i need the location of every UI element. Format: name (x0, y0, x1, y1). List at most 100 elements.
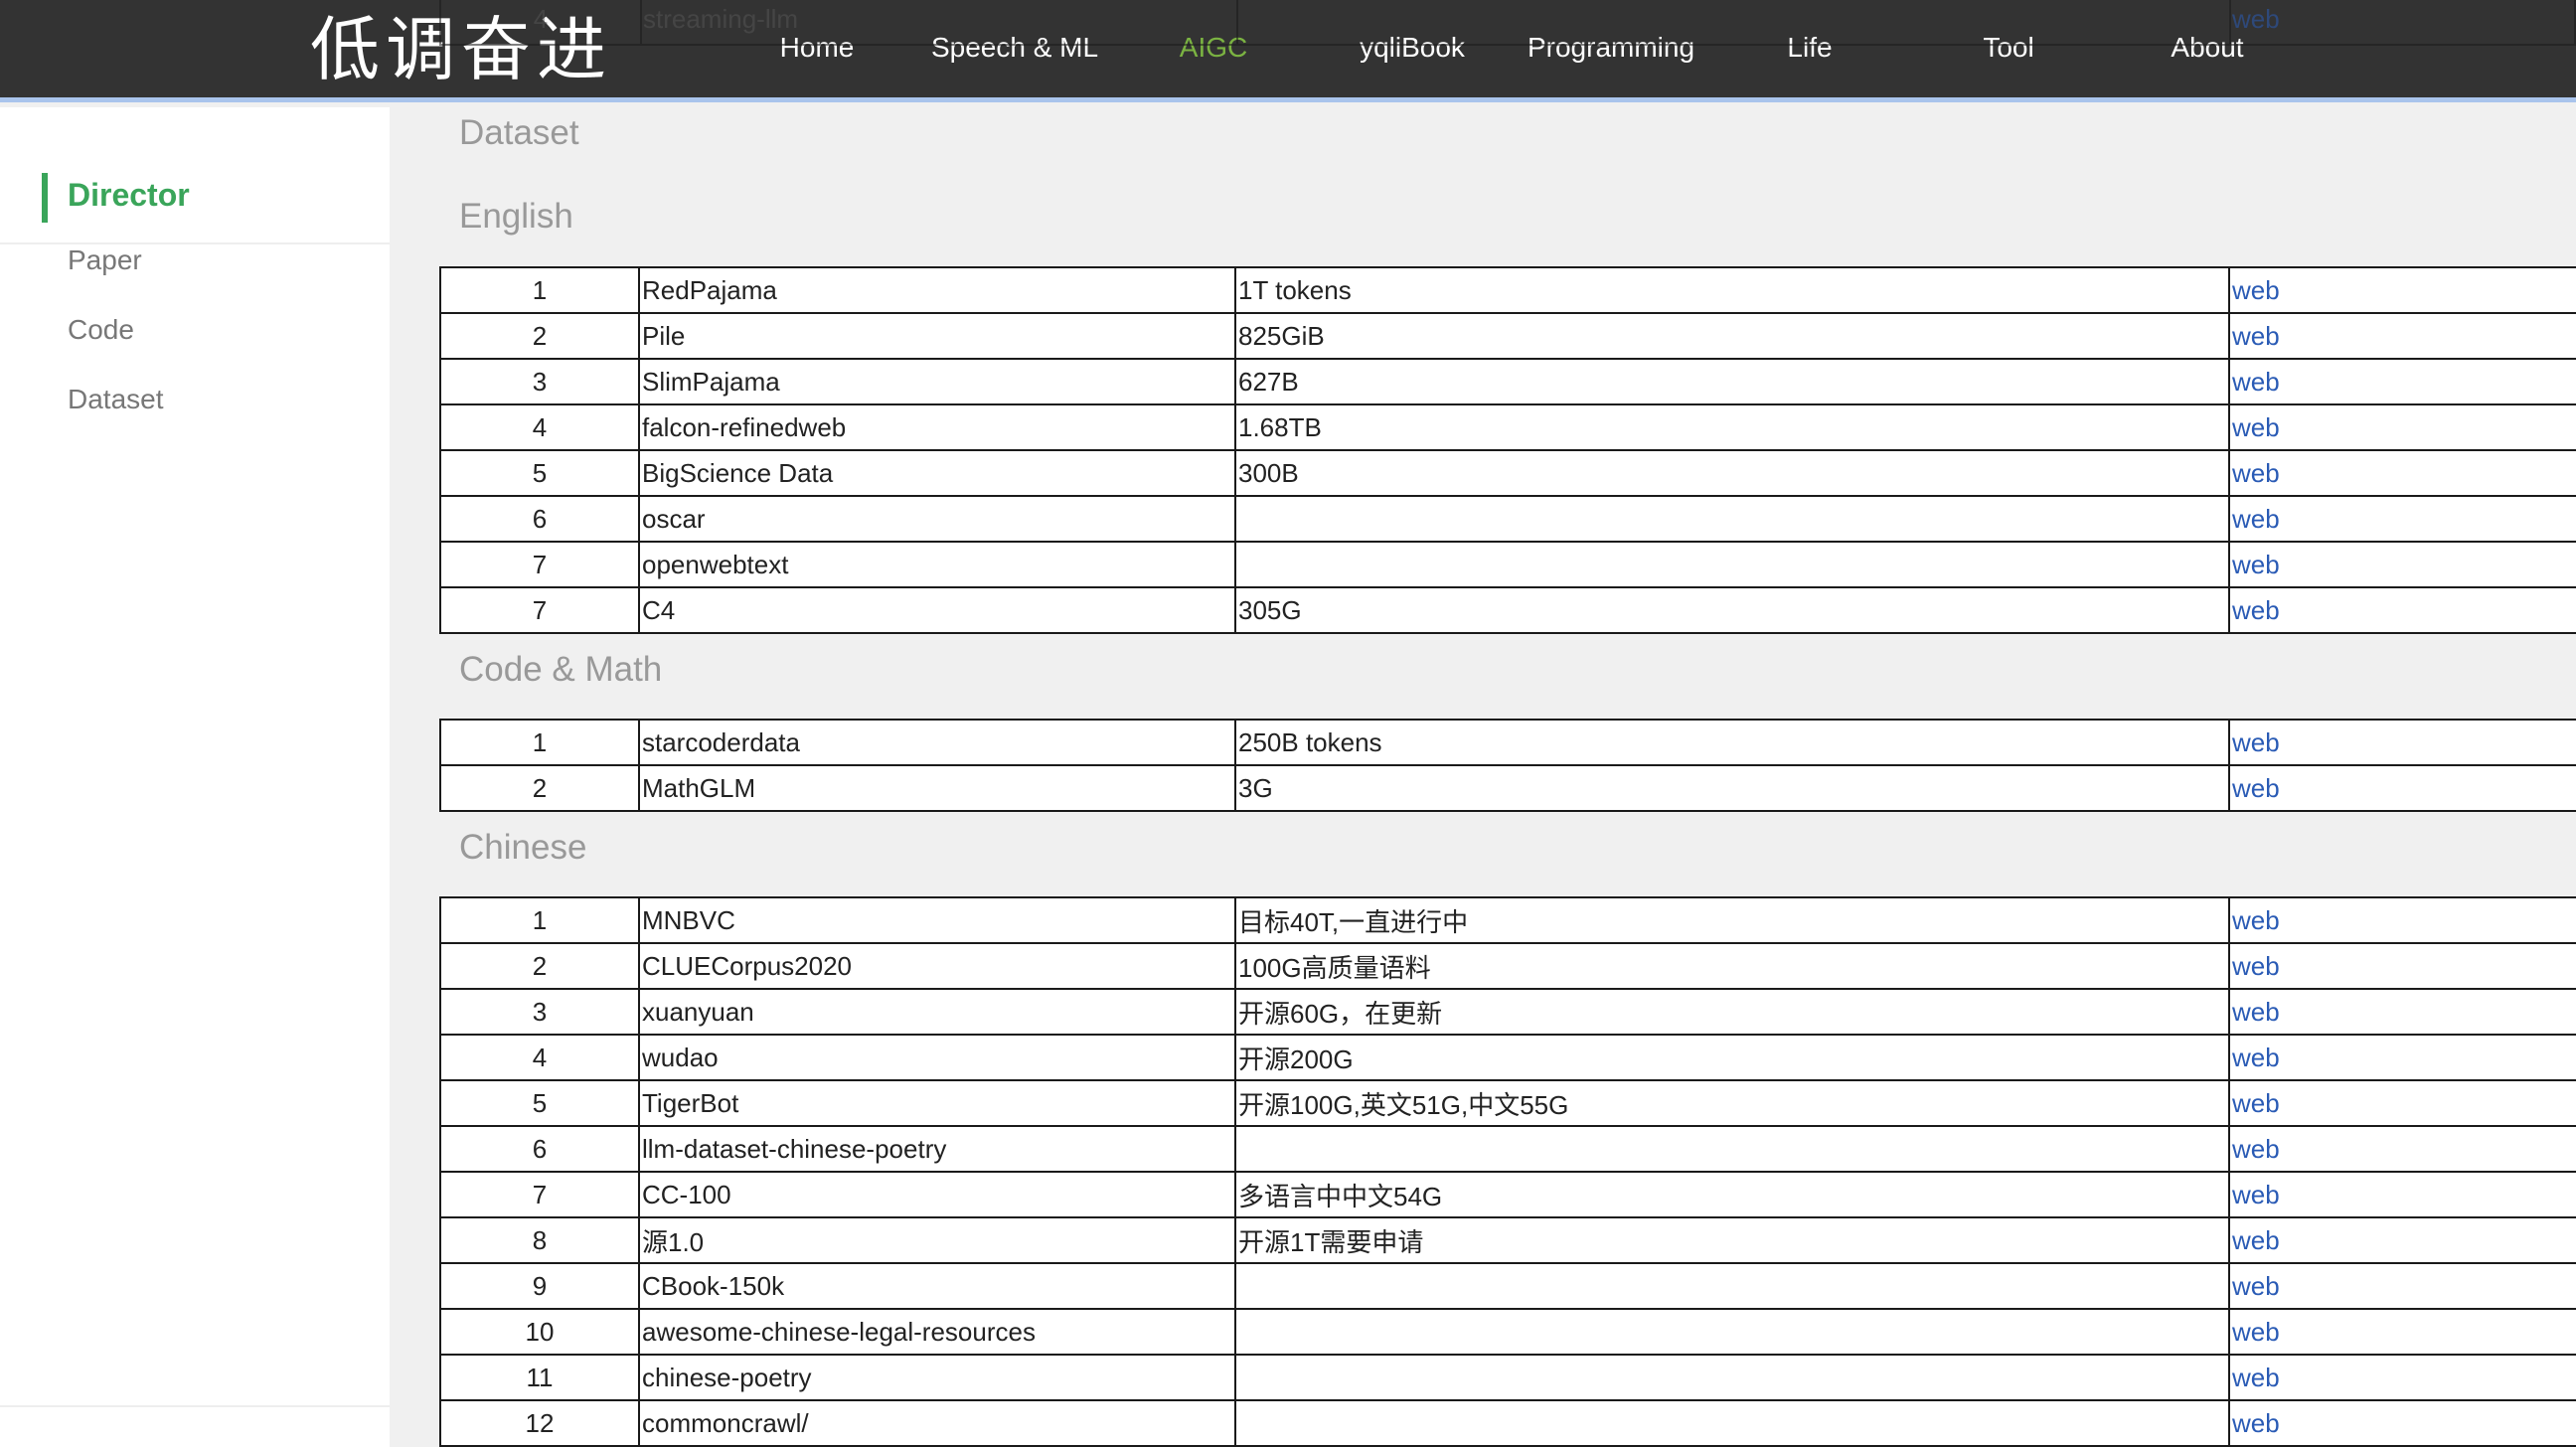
web-link-cell: web (2228, 1079, 2576, 1127)
site-logo[interactable]: 低调奋进 (310, 6, 612, 93)
table-row: 1 MNBVC 目标40T,一直进行中 web (439, 896, 2576, 944)
table-row: 10 awesome-chinese-legal-resources web (439, 1308, 2576, 1356)
web-link[interactable]: web (2232, 1363, 2280, 1392)
dataset-size-cell: 开源1T需要申请 (1234, 1216, 2230, 1264)
web-link[interactable]: web (2232, 1088, 2280, 1118)
dataset-size-cell (1234, 1125, 2230, 1173)
dataset-name: 源1.0 (642, 1226, 705, 1257)
row-number-cell: 1 (439, 896, 640, 944)
row-number: 2 (532, 320, 548, 351)
english-dataset-table: 1 RedPajama 1T tokens web 2 Pile 825GiB web 3 Sli… (439, 266, 2576, 634)
web-link[interactable]: web (2232, 1317, 2280, 1347)
sidebar-accent-bar (42, 173, 48, 223)
web-link[interactable]: web (2232, 321, 2280, 351)
web-link[interactable]: web (2232, 1225, 2280, 1255)
nav-home[interactable]: Home (780, 0, 855, 95)
dataset-name: RedPajama (642, 274, 777, 305)
dataset-size-cell: 3G (1234, 764, 2230, 812)
nav-speech-ml[interactable]: Speech & ML (931, 0, 1098, 95)
dataset-size-cell: 627B (1234, 358, 2230, 405)
web-link[interactable]: web (2232, 727, 2280, 757)
top-navigation-bar: 低调奋进 Home Speech & ML AIGC yqliBook Prog… (0, 0, 2576, 102)
web-link[interactable]: web (2232, 1408, 2280, 1438)
web-link[interactable]: web (2232, 504, 2280, 534)
dataset-name-cell: MathGLM (638, 764, 1236, 812)
dataset-name: xuanyuan (642, 996, 754, 1027)
web-link[interactable]: web (2232, 367, 2280, 397)
chinese-dataset-table: 1 MNBVC 目标40T,一直进行中 web 2 CLUECorpus2020 100G高… (439, 896, 2576, 1447)
web-link[interactable]: web (2232, 951, 2280, 981)
web-link[interactable]: web (2232, 1271, 2280, 1301)
row-number-cell: 3 (439, 358, 640, 405)
dataset-name: TigerBot (642, 1087, 739, 1118)
dataset-name-cell: C4 (638, 586, 1236, 634)
dataset-name-cell: wudao (638, 1034, 1236, 1081)
table-row: 12 commoncrawl/web (439, 1399, 2576, 1447)
web-link-cell: web (2228, 1399, 2576, 1447)
row-number: 1 (532, 904, 548, 935)
web-link-cell: web (2228, 266, 2576, 314)
dataset-size: 目标40T,一直进行中 (1238, 906, 1469, 937)
web-link[interactable]: web (2232, 1043, 2280, 1072)
dataset-size: 开源100G,英文51G,中文55G (1238, 1089, 1569, 1120)
web-link[interactable]: web (2232, 412, 2280, 442)
dataset-size-cell (1234, 1308, 2230, 1356)
dataset-size: 3G (1238, 772, 1273, 803)
row-number: 8 (532, 1224, 548, 1255)
dataset-name-cell: xuanyuan (638, 988, 1236, 1036)
code-math-dataset-table: 1 starcoderdata 250B tokens web 2 MathGLM 3G we… (439, 719, 2576, 812)
dataset-size-cell: 开源200G (1234, 1034, 2230, 1081)
dataset-name: BigScience Data (642, 457, 834, 488)
dataset-name-cell: awesome-chinese-legal-resources (638, 1308, 1236, 1356)
dataset-size: 627B (1238, 366, 1299, 397)
nav-tool[interactable]: Tool (1983, 0, 2033, 95)
dataset-size: 250B tokens (1238, 726, 1382, 757)
web-link[interactable]: web (2232, 773, 2280, 803)
sidebar-item-dataset[interactable]: Dataset (68, 384, 164, 415)
dataset-name-cell: openwebtext (638, 541, 1236, 588)
dataset-size-cell: 305G (1234, 586, 2230, 634)
nav-aigc[interactable]: AIGC (1180, 0, 1247, 95)
dataset-name-cell: starcoderdata (638, 719, 1236, 766)
table-row: 6 oscar web (439, 495, 2576, 543)
nav-yqlibook[interactable]: yqliBook (1360, 0, 1465, 95)
web-link[interactable]: web (2232, 458, 2280, 488)
web-link-cell: web (2228, 1262, 2576, 1310)
sidebar-header: Director (0, 137, 390, 244)
row-number: 2 (532, 950, 548, 981)
sidebar: Director Paper Code Dataset (0, 107, 390, 1447)
row-number: 2 (532, 772, 548, 803)
sidebar-item-code[interactable]: Code (68, 314, 134, 346)
dataset-name-cell: TigerBot (638, 1079, 1236, 1127)
row-number-cell: 5 (439, 1079, 640, 1127)
nav-programming[interactable]: Programming (1528, 0, 1694, 95)
web-link[interactable]: web (2232, 997, 2280, 1027)
dataset-name: MathGLM (642, 772, 756, 803)
web-link-cell: web (2228, 449, 2576, 497)
nav-about[interactable]: About (2171, 0, 2243, 95)
web-link[interactable]: web (2232, 1134, 2280, 1164)
row-number: 11 (526, 1362, 554, 1392)
dataset-name-cell: 源1.0 (638, 1216, 1236, 1264)
web-link[interactable]: web (2232, 275, 2280, 305)
table-row: 1 starcoderdata 250B tokens web (439, 719, 2576, 766)
nav-life[interactable]: Life (1787, 0, 1832, 95)
row-number-cell: 10 (439, 1308, 640, 1356)
web-link[interactable]: web (2232, 595, 2280, 625)
web-link[interactable]: web (2232, 1180, 2280, 1209)
row-number-cell: 7 (439, 541, 640, 588)
dataset-name-cell: commoncrawl/ (638, 1399, 1236, 1447)
dataset-name-cell: CLUECorpus2020 (638, 942, 1236, 990)
sidebar-item-paper[interactable]: Paper (68, 244, 142, 276)
table-row: 6 llm-dataset-chinese-poetry web (439, 1125, 2576, 1173)
table-row: 3 xuanyuan 开源60G，在更新 web (439, 988, 2576, 1036)
table-row: 7 CC-100 多语言中中文54G web (439, 1171, 2576, 1218)
web-link[interactable]: web (2232, 905, 2280, 935)
row-number-cell: 8 (439, 1216, 640, 1264)
dataset-size-cell (1234, 495, 2230, 543)
row-number-cell: 9 (439, 1262, 640, 1310)
web-link[interactable]: web (2232, 550, 2280, 579)
table-row: 2 CLUECorpus2020 100G高质量语料 web (439, 942, 2576, 990)
row-number-cell: 7 (439, 1171, 640, 1218)
dataset-size-cell (1234, 1262, 2230, 1310)
